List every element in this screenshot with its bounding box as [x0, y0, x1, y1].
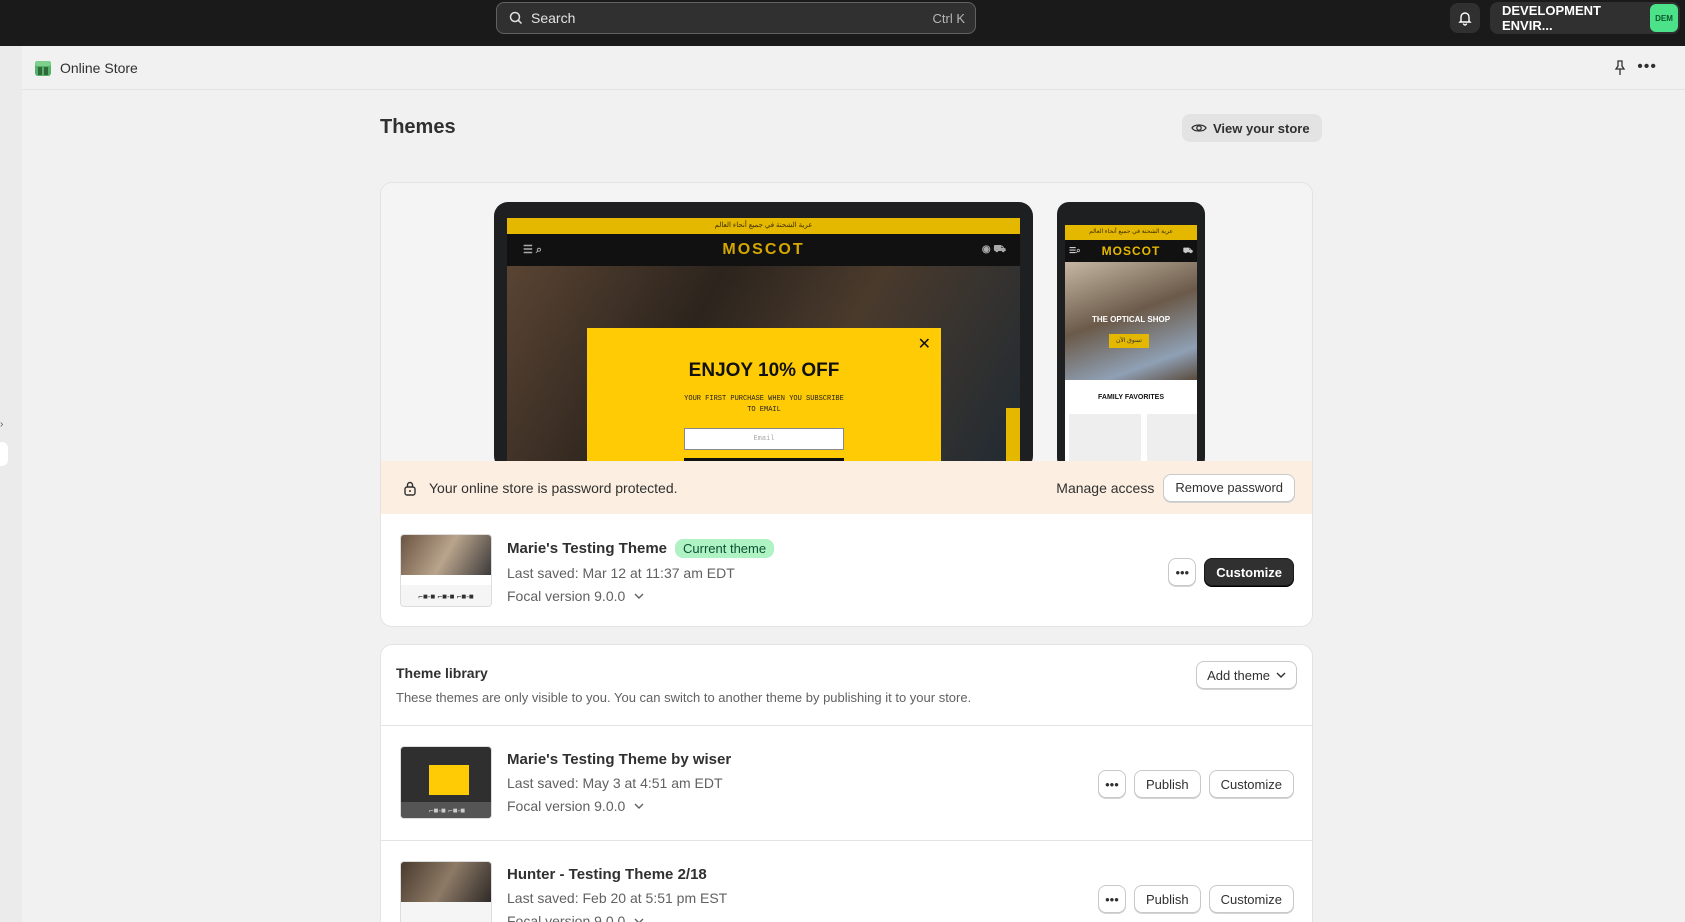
- close-icon: ✕: [917, 336, 931, 353]
- phone-preview: عرية الشحنة في جميع أنحاء العالم ☰⌕ MOSC…: [1057, 202, 1205, 470]
- library-subtitle: These themes are only visible to you. Yo…: [396, 690, 972, 705]
- view-store-button[interactable]: View your store: [1182, 114, 1322, 142]
- theme-thumbnail: [400, 861, 492, 922]
- sidebar-toggle[interactable]: [0, 442, 8, 466]
- customize-button[interactable]: Customize: [1208, 770, 1294, 798]
- chevron-down-icon: [1276, 672, 1286, 678]
- library-theme-row: ⌐■-■ ⌐■-■ Marie's Testing Theme by wiser…: [381, 726, 1312, 834]
- collapsed-sidebar: ›: [0, 46, 22, 922]
- phone-hero-button: تسوق الآن: [1109, 334, 1149, 348]
- menu-icon: ☰ ⌕: [523, 244, 543, 256]
- add-theme-label: Add theme: [1207, 667, 1270, 683]
- top-bar: Search Ctrl K DEVELOPMENT ENVIR... DEM: [0, 0, 1685, 46]
- current-theme-badge: Current theme: [675, 539, 775, 558]
- avatar: DEM: [1650, 4, 1678, 32]
- theme-version: Focal version 9.0.0: [507, 588, 626, 604]
- menu-icon: ☰⌕: [1069, 246, 1081, 255]
- remove-password-button[interactable]: Remove password: [1163, 473, 1295, 502]
- phone-section-title: FAMILY FAVORITES: [1065, 380, 1197, 414]
- preview-announcement: عرية الشحنة في جميع أنحاء العالم: [507, 218, 1020, 234]
- chevron-down-icon: [634, 918, 644, 922]
- password-banner: Your online store is password protected.…: [381, 461, 1312, 514]
- popup-email: Email: [684, 428, 844, 450]
- online-store-icon: [35, 60, 51, 76]
- theme-actions-button[interactable]: •••: [1097, 770, 1126, 798]
- customize-button[interactable]: Customize: [1208, 885, 1294, 913]
- publish-button[interactable]: Publish: [1133, 770, 1201, 798]
- notifications-button[interactable]: [1450, 3, 1480, 33]
- lock-icon: [404, 481, 416, 496]
- app-header: Online Store •••: [22, 46, 1685, 90]
- search-placeholder: Search: [531, 10, 576, 26]
- more-options-icon[interactable]: •••: [1637, 58, 1657, 76]
- customize-button[interactable]: Customize: [1204, 558, 1294, 586]
- phone-logo: MOSCOT: [1101, 244, 1161, 258]
- current-theme-card: عرية الشحنة في جميع أنحاء العالم ☰ ⌕ MOS…: [380, 182, 1313, 627]
- library-title: Theme library: [396, 665, 488, 681]
- chevron-down-icon: [634, 803, 644, 809]
- theme-version: Focal version 9.0.0: [507, 913, 626, 922]
- phone-nav: ☰⌕ MOSCOT ⛟: [1065, 240, 1197, 262]
- preview-popup: ✕ ENJOY 10% OFF YOUR FIRST PURCHASE WHEN…: [587, 328, 941, 468]
- theme-thumbnail: ⌐■-■ ⌐■-■: [400, 746, 492, 819]
- search-input[interactable]: Search Ctrl K: [496, 2, 976, 34]
- theme-version-toggle[interactable]: Focal version 9.0.0: [507, 913, 727, 922]
- store-menu-button[interactable]: DEVELOPMENT ENVIR... DEM: [1490, 2, 1680, 34]
- last-saved: Last saved: Feb 20 at 5:51 pm EST: [507, 890, 728, 906]
- search-shortcut: Ctrl K: [932, 10, 966, 26]
- view-store-label: View your store: [1213, 120, 1310, 136]
- search-icon: [509, 11, 523, 25]
- phone-hero: THE OPTICAL SHOP تسوق الآن: [1065, 262, 1197, 380]
- theme-version-toggle[interactable]: Focal version 9.0.0: [507, 588, 774, 604]
- publish-button[interactable]: Publish: [1133, 885, 1201, 913]
- cart-icon: ◉ ⛟: [981, 243, 1006, 255]
- app-title: Online Store: [60, 59, 138, 76]
- tablet-preview: عرية الشحنة في جميع أنحاء العالم ☰ ⌕ MOS…: [494, 202, 1033, 470]
- theme-actions-button[interactable]: •••: [1168, 558, 1197, 586]
- cart-icon: ⛟: [1182, 246, 1193, 255]
- theme-name: Marie's Testing Theme by wiser: [507, 751, 732, 768]
- store-name: DEVELOPMENT ENVIR...: [1502, 3, 1601, 33]
- manage-access-link[interactable]: Manage access: [1056, 480, 1154, 496]
- current-theme-row: ⌐■-■ ⌐■-■ ⌐■-■ Marie's Testing Theme Cur…: [381, 514, 1312, 622]
- last-saved: Last saved: May 3 at 4:51 am EDT: [507, 775, 723, 791]
- popup-subtitle: YOUR FIRST PURCHASE WHEN YOU SUBSCRIBE T…: [684, 395, 844, 414]
- bell-icon: [1458, 12, 1472, 26]
- theme-version-toggle[interactable]: Focal version 9.0.0: [507, 798, 731, 814]
- phone-hero-title: THE OPTICAL SHOP: [1091, 315, 1171, 324]
- theme-name: Hunter - Testing Theme 2/18: [507, 866, 707, 883]
- popup-title: ENJOY 10% OFF: [688, 360, 840, 381]
- theme-thumbnail: ⌐■-■ ⌐■-■ ⌐■-■: [400, 534, 492, 607]
- library-theme-row: Hunter - Testing Theme 2/18 Last saved: …: [381, 841, 1312, 922]
- chevron-down-icon: [634, 593, 644, 599]
- theme-version: Focal version 9.0.0: [507, 798, 626, 814]
- add-theme-button[interactable]: Add theme: [1196, 661, 1297, 689]
- phone-announcement: عرية الشحنة في جميع أنحاء العالم: [1065, 225, 1197, 240]
- theme-library-card: Theme library These themes are only visi…: [380, 644, 1313, 922]
- eye-icon: [1191, 124, 1207, 132]
- preview-logo: MOSCOT: [722, 241, 805, 258]
- theme-name: Marie's Testing Theme: [507, 540, 667, 557]
- last-saved: Last saved: Mar 12 at 11:37 am EDT: [507, 565, 735, 581]
- side-tab: [1006, 408, 1020, 468]
- preview-nav: ☰ ⌕ MOSCOT ◉ ⛟: [507, 234, 1020, 266]
- theme-preview: عرية الشحنة في جميع أنحاء العالم ☰ ⌕ MOS…: [381, 183, 1312, 470]
- chevron-right-icon[interactable]: ›: [0, 419, 3, 430]
- pin-icon[interactable]: [1613, 60, 1627, 81]
- theme-actions-button[interactable]: •••: [1097, 885, 1126, 913]
- page-title: Themes: [380, 116, 456, 138]
- password-message: Your online store is password protected.: [429, 479, 678, 496]
